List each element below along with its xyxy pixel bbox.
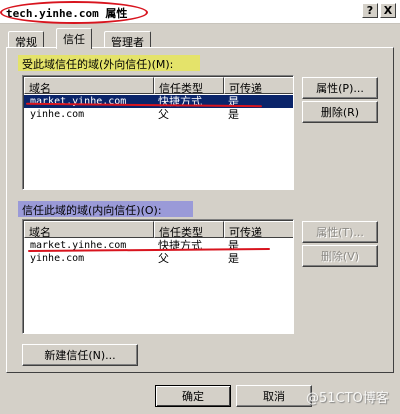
outgoing-remove-button[interactable]: 删除(R) [302,101,378,123]
close-button[interactable]: X [380,3,396,18]
ok-button[interactable]: 确定 [155,385,231,407]
column-trust-type[interactable]: 信任类型 [154,77,224,94]
row-trust-type: 父 [158,252,169,265]
outgoing-properties-button[interactable]: 属性(P)... [302,77,378,99]
row-domain: yinhe.com [30,253,85,264]
row-transitive: 是 [228,95,239,108]
column-trust-type[interactable]: 信任类型 [154,221,224,238]
row-trust-type: 父 [158,108,169,121]
incoming-trusts-list[interactable]: 域名 信任类型 可传递 market.yinhe.com 快捷方式 是 yinh… [22,219,294,334]
outgoing-trusts-list[interactable]: 域名 信任类型 可传递 market.yinhe.com 快捷方式 是 yinh… [22,75,294,190]
list-header: 域名 信任类型 可传递 [24,221,293,238]
row-trust-type: 快捷方式 [158,239,202,252]
title-bar: tech.yinhe.com 属性 ? X [0,0,400,24]
column-transitive[interactable]: 可传递 [224,77,293,94]
tab-general[interactable]: 常规 [8,31,44,49]
watermark: @51CTO博客 [306,391,389,406]
row-domain: yinhe.com [30,109,85,120]
help-button[interactable]: ? [362,3,378,18]
tab-managed-by[interactable]: 管理者 [104,31,151,49]
column-domain-name[interactable]: 域名 [24,77,154,94]
row-trust-type: 快捷方式 [158,95,202,108]
column-transitive[interactable]: 可传递 [224,221,293,238]
cancel-button[interactable]: 取消 [236,385,312,407]
table-row[interactable]: market.yinhe.com 快捷方式 是 [24,95,293,108]
column-domain-name[interactable]: 域名 [24,221,154,238]
outgoing-trusts-label: 受此域信任的域(外向信任)(M): [18,55,200,71]
row-transitive: 是 [228,239,239,252]
row-transitive: 是 [228,252,239,265]
table-row[interactable]: market.yinhe.com 快捷方式 是 [24,239,293,252]
list-header: 域名 信任类型 可传递 [24,77,293,94]
incoming-properties-button[interactable]: 属性(T)... [302,221,378,243]
incoming-remove-button[interactable]: 删除(V) [302,245,378,267]
new-trust-button[interactable]: 新建信任(N)... [22,344,138,366]
row-domain: market.yinhe.com [30,240,127,251]
incoming-trusts-label: 信任此域的域(内向信任)(O): [18,201,193,217]
row-domain: market.yinhe.com [30,96,127,107]
table-row[interactable]: yinhe.com 父 是 [24,108,293,121]
row-transitive: 是 [228,108,239,121]
table-row[interactable]: yinhe.com 父 是 [24,252,293,265]
tab-trusts[interactable]: 信任 [56,28,92,49]
window-title: tech.yinhe.com 属性 [6,7,128,20]
